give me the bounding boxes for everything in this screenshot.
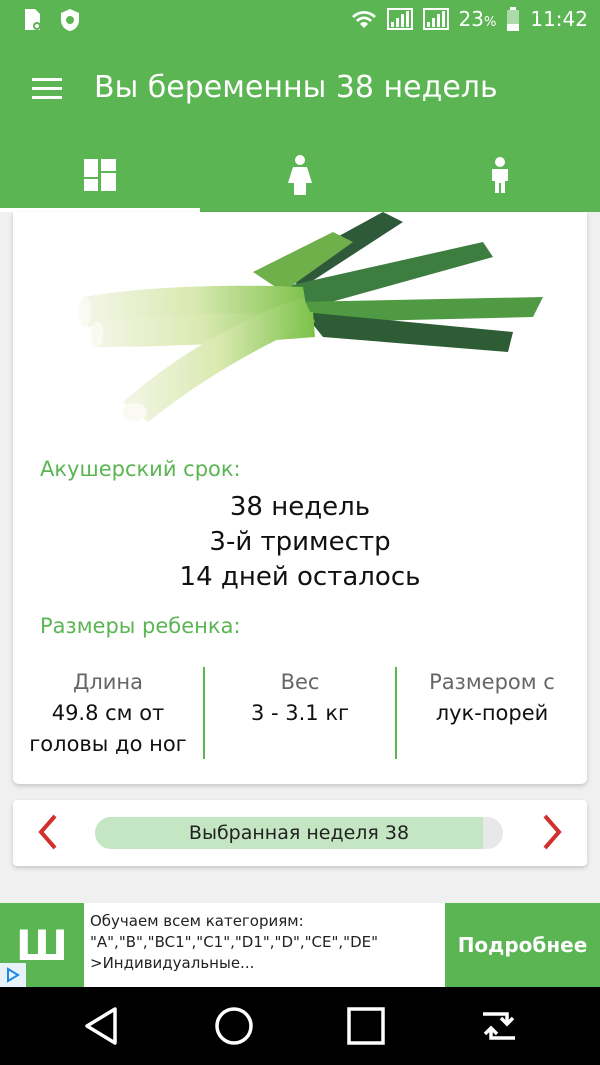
file-settings-icon bbox=[25, 9, 41, 30]
switch-app-icon bbox=[482, 1012, 515, 1040]
ad-choices-icon[interactable] bbox=[0, 963, 26, 987]
status-bar: 23% 11:42 bbox=[0, 0, 600, 40]
home-button[interactable] bbox=[201, 993, 267, 1059]
week-info-card: Акушерский срок: 38 недель 3-й триместр … bbox=[13, 212, 587, 784]
size-header: Длина bbox=[72, 670, 144, 694]
size-value: лук-порей bbox=[435, 701, 549, 725]
size-value: 3 - 3.1 кг bbox=[250, 701, 350, 725]
leek-image bbox=[79, 212, 543, 422]
size-column-weight: Вес 3 - 3.1 кг bbox=[203, 667, 395, 759]
tab-bar bbox=[0, 138, 600, 212]
week-count: 38 недель bbox=[229, 492, 371, 522]
home-icon bbox=[215, 1007, 253, 1045]
battery-icon bbox=[507, 7, 520, 31]
week-progress-bar[interactable]: Выбранная неделя 38 bbox=[95, 817, 503, 849]
child-icon bbox=[492, 157, 508, 193]
back-icon bbox=[85, 1007, 117, 1045]
baby-sizes-label: Размеры ребенка: bbox=[40, 614, 241, 638]
shield-bug-icon bbox=[61, 9, 79, 31]
size-header: Размером с bbox=[429, 670, 555, 694]
ad-more-button[interactable]: Подробнее bbox=[445, 903, 600, 987]
clock: 11:42 bbox=[530, 7, 588, 31]
recents-button[interactable] bbox=[333, 993, 399, 1059]
obstetric-term-label: Акушерский срок: bbox=[40, 457, 241, 481]
trimester: 3-й триместр bbox=[209, 527, 391, 557]
dashboard-icon bbox=[84, 159, 116, 191]
ad-text: Обучаем всем категориям: "A","B","BC1","… bbox=[90, 912, 379, 972]
chevron-right-icon bbox=[543, 814, 562, 850]
system-nav-bar bbox=[0, 987, 600, 1065]
tab-mother[interactable] bbox=[200, 138, 400, 212]
prev-week-button[interactable] bbox=[29, 812, 69, 852]
size-header: Вес bbox=[280, 670, 320, 694]
recents-icon bbox=[347, 1007, 385, 1045]
selected-week-label: Выбранная неделя 38 bbox=[188, 822, 410, 844]
mother-icon bbox=[288, 155, 312, 195]
week-selector: Выбранная неделя 38 bbox=[13, 800, 587, 866]
wifi-icon bbox=[351, 11, 376, 28]
ad-banner[interactable]: Ш Обучаем всем категориям: "A","B","BC1"… bbox=[0, 903, 600, 987]
signal-2-icon bbox=[422, 8, 449, 30]
back-button[interactable] bbox=[68, 993, 134, 1059]
size-column-comparison: Размером с лук-порей bbox=[395, 667, 587, 759]
switch-app-button[interactable] bbox=[466, 993, 532, 1059]
app-bar: Вы беременны 38 недель bbox=[0, 40, 600, 212]
size-column-length: Длина 49.8 см от головы до ног bbox=[13, 667, 203, 759]
page-title: Вы беременны 38 недель bbox=[94, 70, 498, 105]
size-value: 49.8 см от головы до ног bbox=[29, 701, 187, 756]
tab-dashboard[interactable] bbox=[0, 138, 200, 212]
baby-sizes-table: Длина 49.8 см от головы до ног Вес 3 - 3… bbox=[13, 667, 587, 759]
chevron-left-icon bbox=[38, 814, 57, 850]
battery-percent: 23% bbox=[458, 7, 497, 31]
days-left: 14 дней осталось bbox=[179, 562, 421, 592]
signal-1-icon bbox=[386, 8, 413, 30]
menu-icon[interactable] bbox=[32, 78, 62, 100]
next-week-button[interactable] bbox=[531, 812, 571, 852]
tab-child[interactable] bbox=[400, 138, 600, 212]
